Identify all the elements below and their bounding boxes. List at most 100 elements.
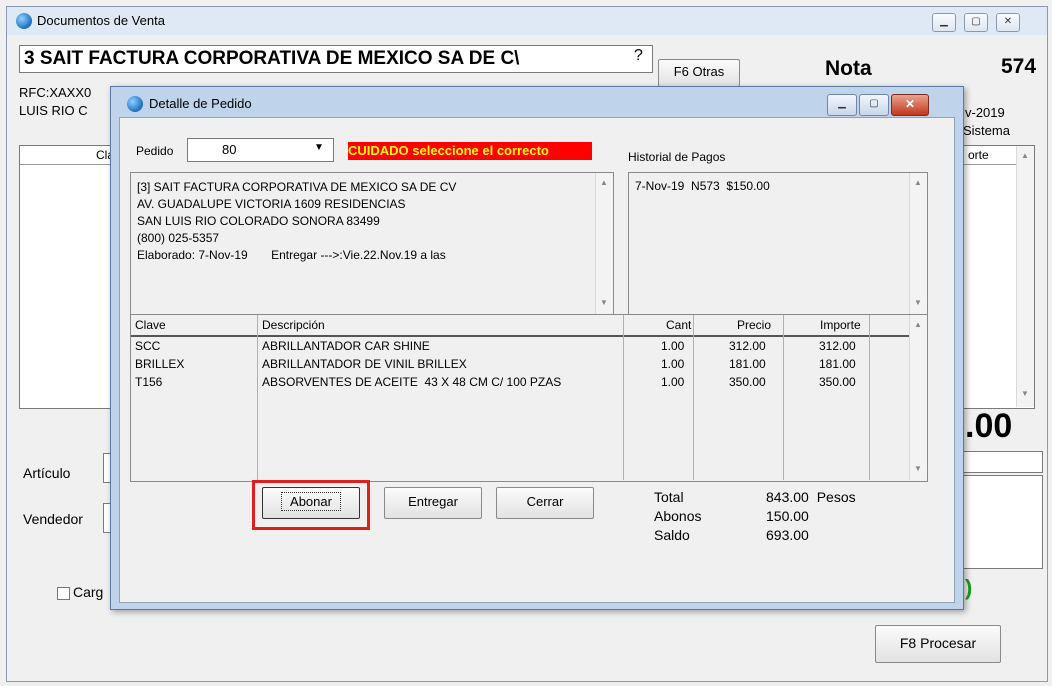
f8-procesar-button[interactable]: F8 Procesar — [875, 625, 1001, 663]
dialog-maximize-icon[interactable]: ▢ — [859, 94, 889, 116]
col-cant: Cant — [666, 318, 692, 332]
outer-total-fragment: .00 — [965, 407, 1013, 445]
total-value: 843.00 — [766, 489, 809, 505]
payment-entry: 7-Nov-19 N573 $150.00 — [635, 179, 770, 193]
pedido-label: Pedido — [136, 144, 174, 158]
scroll-down-icon[interactable]: ▼ — [910, 461, 926, 477]
cell-clave: SCC — [135, 339, 161, 353]
dialog-app-icon — [127, 96, 143, 112]
cell-precio: 181.00 — [729, 357, 766, 371]
payment-history-box[interactable]: 7-Nov-19 N573 $150.00 ▲ ▼ — [628, 172, 928, 316]
cell-cant: 1.00 — [661, 375, 685, 389]
outer-col-importe: orte — [968, 148, 989, 162]
scroll-up-icon[interactable]: ▲ — [910, 175, 926, 191]
help-mark: ? — [634, 47, 643, 64]
cell-precio: 350.00 — [729, 375, 766, 389]
address-line: [3] SAIT FACTURA CORPORATIVA DE MEXICO S… — [137, 180, 457, 194]
saldo-label: Saldo — [654, 527, 690, 543]
total-value-line: 843.00 Pesos — [766, 488, 856, 507]
city-text: LUIS RIO C — [19, 103, 88, 118]
saldo-value: 693.00 — [766, 527, 809, 543]
col-clave: Clave — [135, 318, 166, 332]
currency-label: Pesos — [816, 489, 856, 505]
maximize-icon[interactable]: ▢ — [964, 13, 988, 32]
abonar-label: Abonar — [281, 492, 341, 511]
address-line: Elaborado: 7-Nov-19 Entregar --->:Vie.22… — [137, 247, 456, 264]
scroll-down-icon[interactable]: ▼ — [1017, 386, 1033, 402]
cell-importe: 181.00 — [819, 357, 856, 371]
app-icon — [16, 13, 32, 29]
table-row[interactable]: SCC ABRILLANTADOR CAR SHINE 1.00 312.00 … — [131, 339, 871, 357]
doc-type: Nota — [825, 57, 872, 80]
minimize-icon[interactable]: ▁ — [932, 13, 956, 32]
elaborado-text: Elaborado: 7-Nov-19 — [137, 248, 248, 262]
cell-precio: 312.00 — [729, 339, 766, 353]
chevron-down-icon[interactable]: ▼ — [314, 142, 324, 153]
outer-right-field-1[interactable] — [955, 451, 1043, 473]
entregar-note: Entregar --->:Vie.22.Nov.19 a las — [271, 248, 446, 262]
vendedor-label: Vendedor — [23, 511, 83, 527]
historial-label: Historial de Pagos — [628, 150, 726, 164]
totals-labels: Total Abonos Saldo — [654, 488, 701, 545]
table-row[interactable]: T156 ABSORVENTES DE ACEITE 43 X 48 CM C/… — [131, 375, 871, 393]
cell-clave: T156 — [135, 375, 163, 389]
date-text: v-2019 — [965, 105, 1005, 120]
total-label: Total — [654, 489, 684, 505]
scroll-up-icon[interactable]: ▲ — [596, 175, 612, 191]
client-name: 3 SAIT FACTURA CORPORATIVA DE MEXICO SA … — [24, 48, 520, 69]
address-text: [3] SAIT FACTURA CORPORATIVA DE MEXICO S… — [137, 179, 456, 264]
dialog-title: Detalle de Pedido — [149, 96, 252, 111]
outer-window-title: Documentos de Venta — [37, 13, 165, 28]
address-scrollbar[interactable]: ▲ ▼ — [595, 173, 613, 314]
dialog-body: Pedido 80 ▼ CUIDADO seleccione el correc… — [119, 117, 955, 603]
scroll-up-icon[interactable]: ▲ — [1017, 148, 1033, 164]
cargo-label: Carg — [73, 584, 104, 600]
cerrar-button[interactable]: Cerrar — [496, 487, 594, 519]
entregar-button[interactable]: Entregar — [384, 487, 482, 519]
cell-descripcion: ABSORVENTES DE ACEITE 43 X 48 CM C/ 100 … — [262, 375, 562, 389]
items-grid-header: Clave Descripción Cant Precio Importe — [131, 315, 909, 337]
abonos-value: 150.00 — [766, 508, 809, 524]
address-box[interactable]: [3] SAIT FACTURA CORPORATIVA DE MEXICO S… — [130, 172, 614, 316]
col-descripcion: Descripción — [262, 318, 325, 332]
items-scrollbar[interactable]: ▲ ▼ — [909, 315, 927, 480]
client-field[interactable]: 3 SAIT FACTURA CORPORATIVA DE MEXICO SA … — [19, 45, 653, 73]
cell-clave: BRILLEX — [135, 357, 185, 371]
abonos-label: Abonos — [654, 508, 702, 524]
address-line: AV. GUADALUPE VICTORIA 1609 RESIDENCIAS — [137, 197, 406, 211]
f6-otras-button[interactable]: F6 Otras — [658, 59, 740, 87]
col-importe: Importe — [820, 318, 861, 332]
cell-importe: 350.00 — [819, 375, 856, 389]
outer-right-field-2[interactable] — [955, 475, 1043, 569]
green-fragment: ) — [965, 575, 973, 600]
rfc-text: RFC:XAXX0 — [19, 85, 92, 100]
items-grid[interactable]: Clave Descripción Cant Precio Importe SC… — [130, 314, 928, 482]
cell-importe: 312.00 — [819, 339, 856, 353]
totals-values: 843.00 Pesos 150.00 693.00 — [766, 488, 856, 545]
address-line: (800) 025-5357 — [137, 231, 220, 245]
warning-label: CUIDADO seleccione el correcto — [348, 142, 592, 160]
cargo-checkbox[interactable] — [57, 587, 70, 600]
table-row[interactable]: BRILLEX ABRILLANTADOR DE VINIL BRILLEX 1… — [131, 357, 871, 375]
address-line: SAN LUIS RIO COLORADO SONORA 83499 — [137, 214, 380, 228]
dialog-close-icon[interactable]: ✕ — [891, 94, 929, 116]
payment-scrollbar[interactable]: ▲ ▼ — [909, 173, 927, 314]
dialog-minimize-icon[interactable]: ▁ — [827, 94, 857, 116]
detalle-pedido-dialog: Detalle de Pedido ▁ ▢ ✕ Pedido 80 ▼ CUID… — [110, 86, 964, 610]
outer-title-bar: Documentos de Venta ▁ ▢ ✕ — [7, 7, 1047, 35]
pedido-select[interactable]: 80 ▼ — [187, 138, 334, 162]
cell-cant: 1.00 — [661, 357, 685, 371]
outer-table-scrollbar[interactable]: ▲ ▼ — [1016, 146, 1034, 407]
doc-number: 574 — [1001, 55, 1037, 78]
close-icon[interactable]: ✕ — [996, 13, 1020, 32]
scroll-down-icon[interactable]: ▼ — [596, 295, 612, 311]
abonar-button[interactable]: Abonar — [262, 487, 360, 519]
scroll-down-icon[interactable]: ▼ — [910, 295, 926, 311]
articulo-label: Artículo — [23, 465, 71, 481]
pedido-value: 80 — [222, 142, 237, 157]
sistema-text: Sistema — [963, 123, 1010, 138]
cell-descripcion: ABRILLANTADOR CAR SHINE — [262, 339, 430, 353]
col-precio: Precio — [737, 318, 772, 332]
scroll-up-icon[interactable]: ▲ — [910, 317, 926, 333]
cell-cant: 1.00 — [661, 339, 685, 353]
